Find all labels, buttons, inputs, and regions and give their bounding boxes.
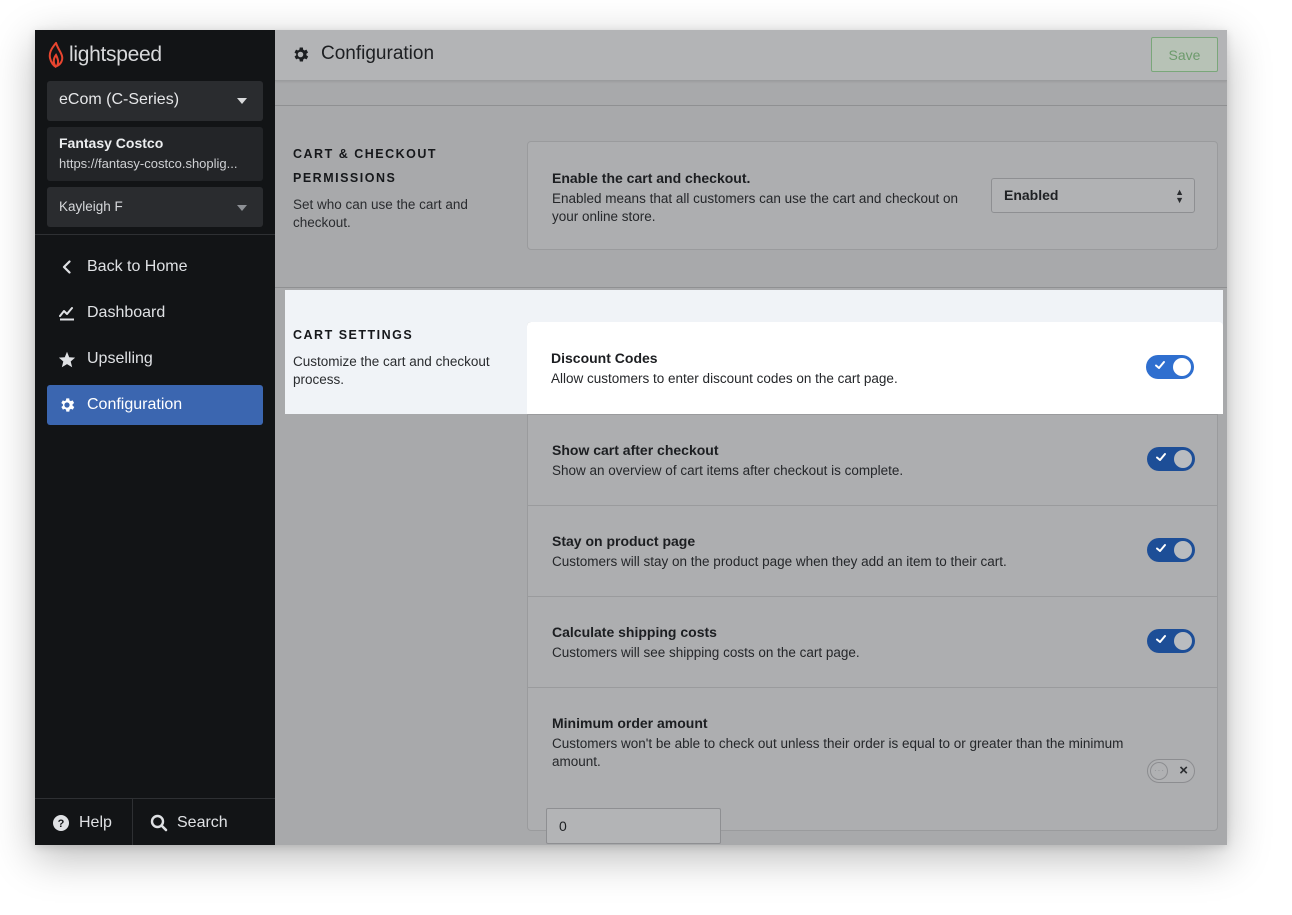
user-name: Kayleigh F: [59, 199, 123, 214]
section-title-line: PERMISSIONS: [293, 171, 397, 185]
search-icon: [150, 814, 168, 831]
app-window: lightspeed eCom (C-Series) Fantasy Costc…: [35, 30, 1227, 845]
page-header: Configuration Save: [275, 30, 1227, 81]
store-url: https://fantasy-costco.shoplig...: [59, 156, 238, 171]
search-label: Search: [177, 813, 228, 831]
cart-checkout-select[interactable]: Enabled ▲ ▼: [991, 178, 1195, 213]
permissions-card: Enable the cart and checkout. Enabled me…: [527, 141, 1218, 250]
help-icon: ?: [53, 814, 69, 831]
svg-text:?: ?: [58, 818, 65, 830]
check-icon: [1156, 453, 1166, 461]
minimum-amount-input[interactable]: 0: [546, 808, 721, 844]
permissions-section-title: CART & CHECKOUT PERMISSIONS: [293, 142, 437, 190]
chevron-updown-icon: ▲ ▼: [1175, 187, 1184, 205]
check-icon: [1156, 635, 1166, 643]
row-description: Customers won't be able to check out unl…: [552, 736, 1124, 769]
row-description: Allow customers to enter discount codes …: [551, 371, 898, 386]
stay-on-product-toggle[interactable]: [1147, 538, 1195, 562]
row-title: Stay on product page: [552, 533, 696, 549]
sidebar: lightspeed eCom (C-Series) Fantasy Costc…: [35, 30, 275, 845]
row-divider: [528, 596, 1217, 597]
footer-divider: [132, 799, 133, 845]
search-button[interactable]: Search: [150, 799, 228, 845]
product-picker[interactable]: eCom (C-Series): [47, 81, 263, 121]
row-title: Discount Codes: [551, 350, 658, 366]
discount-codes-toggle[interactable]: [1146, 355, 1194, 379]
chart-icon: [47, 305, 87, 321]
main-content: Configuration Save CART & CHECKOUT PERMI…: [275, 30, 1227, 845]
row-divider: [528, 414, 1217, 415]
row-description: Customers will stay on the product page …: [552, 554, 1007, 569]
row-divider: [528, 505, 1217, 506]
nav-configuration[interactable]: Configuration: [47, 385, 263, 425]
nav-back-to-home[interactable]: Back to Home: [47, 247, 263, 287]
row-description: Enabled means that all customers can use…: [552, 191, 958, 224]
save-button[interactable]: Save: [1151, 37, 1218, 72]
section-divider: [275, 105, 1227, 106]
product-picker-label: eCom (C-Series): [59, 91, 180, 108]
help-label: Help: [79, 813, 112, 831]
gear-icon: [47, 396, 87, 414]
chevron-left-icon: [47, 260, 87, 274]
sidebar-footer: ? Help Search: [35, 798, 275, 845]
select-value: Enabled: [1004, 187, 1059, 203]
row-title: Show cart after checkout: [552, 442, 719, 458]
cart-settings-section-description: Customize the cart and checkout process.: [293, 354, 490, 387]
minimum-order-toggle[interactable]: ··· ×: [1147, 759, 1195, 783]
nav-label: Configuration: [87, 396, 183, 413]
store-name: Fantasy Costco: [59, 135, 164, 151]
permissions-section-description: Set who can use the cart and checkout.: [293, 197, 468, 230]
row-title: Enable the cart and checkout.: [552, 170, 751, 186]
nav-upselling[interactable]: Upselling: [47, 339, 263, 379]
row-description: Customers will see shipping costs on the…: [552, 645, 860, 660]
gear-icon: [291, 45, 310, 69]
section-divider: [275, 287, 1227, 288]
store-info[interactable]: Fantasy Costco https://fantasy-costco.sh…: [47, 127, 263, 181]
toggle-knob: [1174, 632, 1192, 650]
nav-label: Back to Home: [87, 258, 188, 275]
page-title: Configuration: [321, 43, 435, 64]
toggle-knob: [1173, 358, 1191, 376]
shipping-costs-toggle[interactable]: [1147, 629, 1195, 653]
section-title-line: CART & CHECKOUT: [293, 147, 438, 161]
check-icon: [1155, 361, 1165, 369]
row-divider: [528, 687, 1217, 688]
row-title: Minimum order amount: [552, 715, 708, 731]
caret-down-icon: [237, 98, 247, 104]
toggle-knob: ···: [1150, 762, 1168, 780]
nav-label: Dashboard: [87, 304, 166, 321]
sidebar-divider: [35, 234, 275, 235]
nav-dashboard[interactable]: Dashboard: [47, 293, 263, 333]
help-button[interactable]: ? Help: [52, 799, 112, 845]
cart-settings-section-title: CART SETTINGS: [293, 328, 414, 342]
show-cart-toggle[interactable]: [1147, 447, 1195, 471]
lightspeed-logo[interactable]: lightspeed: [47, 40, 162, 70]
logo-text: lightspeed: [69, 43, 162, 66]
user-picker[interactable]: Kayleigh F: [47, 187, 263, 227]
caret-down-icon: [237, 205, 247, 211]
flame-icon: [48, 42, 64, 68]
row-title: Calculate shipping costs: [552, 624, 717, 640]
discount-codes-row: Discount Codes Allow customers to enter …: [527, 322, 1223, 414]
row-description: Show an overview of cart items after che…: [552, 463, 904, 478]
nav-label: Upselling: [87, 350, 153, 367]
star-icon: [47, 351, 87, 368]
toggle-knob: [1174, 541, 1192, 559]
check-icon: [1156, 544, 1166, 552]
close-icon: ×: [1179, 762, 1188, 779]
toggle-knob: [1174, 450, 1192, 468]
